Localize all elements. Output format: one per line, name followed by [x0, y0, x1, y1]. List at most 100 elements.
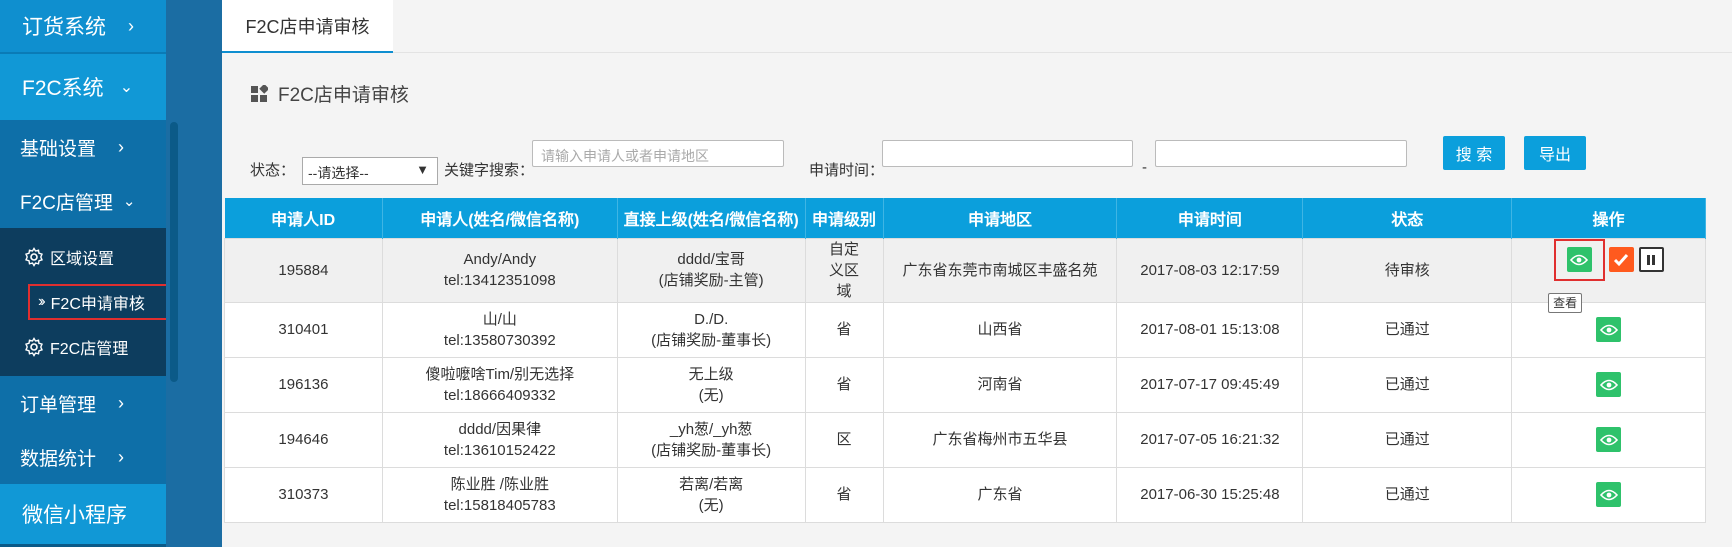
cell-actions: [1511, 411, 1706, 468]
dashboard-icon: [251, 84, 268, 102]
table-row: 196136 傻啦嚒啥Tim/别无选择 tel:18666409332 无上级 (无…: [224, 356, 1706, 413]
sidebar-item-order-system[interactable]: 订货系统 ›: [0, 0, 166, 54]
sidebar-subitem-label: F2C申请审核: [50, 296, 145, 313]
sidebar-item-label: 基础设置: [20, 138, 97, 160]
cell-applicant: dddd/因果律 tel:13610152422: [381, 411, 618, 468]
table-row: 195884 Andy/Andy tel:13412351098 dddd/宝哥 (…: [224, 237, 1706, 313]
cell-level: 区: [804, 411, 884, 468]
export-button[interactable]: 导出: [1524, 136, 1586, 170]
applicant-name: 山/山: [482, 310, 517, 328]
view-button[interactable]: [1596, 372, 1622, 397]
table-row: 310373 陈业胜 /陈业胜 tel:15818405783 若离/若离 (无) …: [224, 466, 1706, 523]
cell-id: 310401: [224, 301, 383, 358]
search-button[interactable]: 搜 索: [1443, 136, 1505, 170]
sidebar-item-label: F2C系统: [22, 77, 104, 100]
col-header: 申请地区: [883, 198, 1118, 238]
cell-applicant: 陈业胜 /陈业胜 tel:15818405783: [381, 466, 618, 523]
superior-note: (店铺奖励-董事长): [651, 441, 772, 459]
sidebar-item-f2c-store-management[interactable]: F2C店管理 ⌄: [0, 174, 166, 228]
cell-time: 2017-06-30 15:25:48: [1116, 466, 1304, 523]
view-button[interactable]: [1566, 247, 1592, 272]
superior-name: 无上级: [688, 365, 734, 383]
eye-icon: [1599, 324, 1618, 335]
approve-button[interactable]: [1608, 247, 1634, 272]
superior-note: (无): [698, 386, 724, 404]
sidebar-item-wechat-mini-program[interactable]: 微信小程序: [0, 484, 166, 544]
applicant-tel: tel:13580730392: [443, 331, 556, 349]
cell-region: 广东省东莞市南城区丰盛名苑: [882, 237, 1118, 303]
col-header: 申请人(姓名/微信名称): [382, 198, 618, 238]
sidebar-subitem-f2c-store-management[interactable]: F2C店管理: [0, 322, 166, 372]
cell-superior: _yh葱/_yh葱 (店铺奖励-董事长): [616, 411, 806, 468]
cell-status: 已通过: [1302, 411, 1513, 468]
caret-down-icon: ▼: [416, 162, 429, 177]
tab-bar: F2C店申请审核: [222, 0, 1732, 53]
sidebar-submenu: 区域设置 ›› F2C申请审核 F2C店管理: [0, 228, 172, 376]
superior-note: (店铺奖励-主管): [658, 272, 764, 289]
region-text: 广东省东莞市南城区丰盛名苑: [902, 261, 1098, 279]
sidebar-item-order-management[interactable]: 订单管理 ›: [0, 376, 166, 430]
superior-name: _yh葱/_yh葱: [669, 420, 753, 438]
eye-icon: [1599, 434, 1618, 445]
chevron-right-icon: ›: [128, 15, 134, 36]
cell-region: 广东省: [882, 466, 1118, 523]
tab-f2c-application-review[interactable]: F2C店申请审核: [222, 0, 393, 53]
sidebar-item-data-statistics[interactable]: 数据统计 ›: [0, 430, 166, 484]
superior-name: dddd/宝哥: [677, 251, 745, 268]
export-button-label: 导出: [1538, 147, 1571, 164]
chevron-right-icon: ›: [118, 446, 125, 467]
applicant-tel: tel:13412351098: [443, 272, 556, 289]
cell-superior: 无上级 (无): [616, 356, 806, 413]
chevron-down-icon: ⌄: [122, 193, 136, 210]
cell-superior: dddd/宝哥 (店铺奖励-主管): [616, 237, 806, 303]
sidebar-subitem-region-settings[interactable]: 区域设置: [0, 232, 166, 282]
sidebar-item-basic-settings[interactable]: 基础设置 ›: [0, 120, 166, 174]
cell-id: 196136: [224, 356, 383, 413]
keyword-search-input[interactable]: 请输入申请人或者申请地区: [532, 140, 784, 167]
search-button-label: 搜 索: [1455, 147, 1493, 164]
filter-bar: 状态： --请选择-- ▼ 关键字搜索： 请输入申请人或者申请地区 申请时间： …: [250, 136, 1730, 186]
cell-time: 2017-08-01 15:13:08: [1116, 301, 1304, 358]
pause-icon: [1647, 254, 1656, 265]
apply-time-separator: -: [1142, 159, 1147, 176]
applicant-tel: tel:15818405783: [443, 496, 556, 514]
sidebar-scrollbar[interactable]: [170, 122, 178, 382]
cell-applicant: 山/山 tel:13580730392: [381, 301, 618, 358]
sidebar-item-f2c-system[interactable]: F2C系统 ⌄: [0, 54, 166, 120]
applications-table: 申请人ID 申请人(姓名/微信名称) 直接上级(姓名/微信名称) 申请级别 申请…: [224, 198, 1706, 523]
cell-status: 已通过: [1302, 356, 1513, 413]
cell-level: 省: [804, 466, 884, 523]
apply-time-start-input[interactable]: [882, 140, 1133, 167]
cell-level: 省: [804, 356, 884, 413]
sidebar-item-label: 订单管理: [20, 394, 97, 416]
double-chevron-right-icon: ››: [38, 293, 45, 310]
view-button[interactable]: [1596, 427, 1622, 452]
status-select-value: --请选择--: [308, 165, 369, 181]
gear-icon: [25, 337, 43, 357]
sidebar-subitem-label: F2C店管理: [50, 341, 129, 358]
cell-id: 194646: [224, 411, 383, 468]
status-select[interactable]: --请选择-- ▼: [302, 157, 438, 185]
actions-group: 查看: [1512, 238, 1705, 313]
superior-note: (店铺奖励-董事长): [651, 331, 772, 349]
applicant-name: Andy/Andy: [463, 251, 537, 268]
chevron-down-icon: ⌄: [119, 79, 134, 96]
table-header-row: 申请人ID 申请人(姓名/微信名称) 直接上级(姓名/微信名称) 申请级别 申请…: [224, 198, 1706, 238]
keyword-placeholder: 请输入申请人或者申请地区: [541, 148, 709, 164]
col-header: 状态: [1302, 198, 1513, 238]
cell-level: 省: [804, 301, 884, 358]
suspend-button[interactable]: [1638, 247, 1664, 272]
eye-icon: [1599, 489, 1618, 500]
cell-level: 自定义区域: [804, 237, 884, 303]
superior-name: D./D.: [694, 310, 729, 328]
cell-applicant: 傻啦嚒啥Tim/别无选择 tel:18666409332: [381, 356, 618, 413]
superior-note: (无): [698, 496, 724, 514]
view-tooltip: 查看: [1548, 292, 1583, 313]
view-button[interactable]: [1596, 482, 1622, 507]
apply-time-end-input[interactable]: [1155, 140, 1407, 167]
sidebar-subitem-f2c-application-review[interactable]: ›› F2C申请审核: [28, 284, 172, 320]
cell-applicant: Andy/Andy tel:13412351098: [381, 237, 618, 303]
chevron-right-icon: ›: [118, 392, 125, 413]
cell-actions: [1511, 301, 1706, 358]
view-button[interactable]: [1596, 317, 1622, 342]
